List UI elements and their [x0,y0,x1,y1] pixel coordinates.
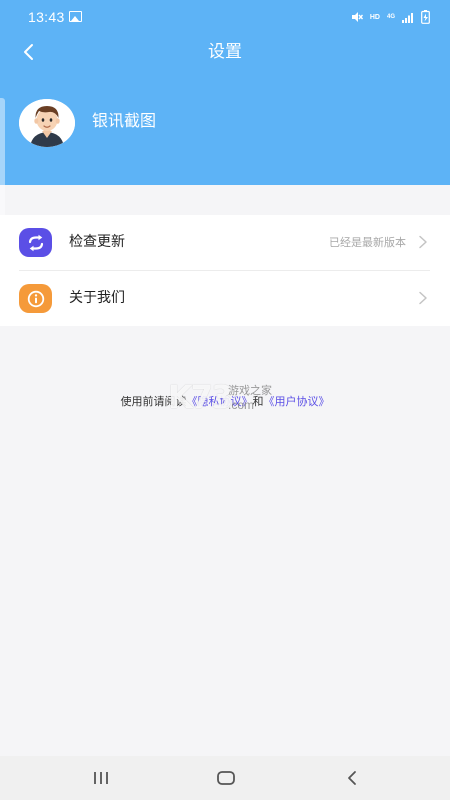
nav-back-button[interactable] [340,768,364,788]
page-title: 设置 [208,42,242,62]
status-bar: 13:43 HD 4G [0,0,450,34]
user-agreement-link[interactable]: 《用户协议》 [264,395,330,408]
mute-icon [351,12,363,22]
menu-item-label: 检查更新 [69,234,125,250]
recent-apps-button[interactable] [89,768,113,788]
home-icon [217,771,235,785]
info-icon [19,284,52,313]
chevron-right-icon [419,235,427,249]
home-button[interactable] [214,768,238,788]
gallery-notification-icon [69,11,82,22]
battery-icon [421,10,430,24]
status-time: 13:43 [28,9,65,25]
avatar[interactable] [19,99,75,147]
username: 银讯截图 [92,111,157,130]
settings-menu: 检查更新 已经是最新版本 关于我们 [0,215,450,326]
agreement-prefix: 使用前请阅读 [120,395,187,408]
menu-item-label: 关于我们 [69,290,125,306]
system-nav-bar [0,756,450,800]
status-icons: HD 4G [351,10,430,24]
menu-item-value: 已经是最新版本 [329,236,406,249]
back-icon [348,771,356,785]
hd-label: HD [369,13,380,21]
menu-item-check-update[interactable]: 检查更新 已经是最新版本 [0,215,450,270]
agreement-connector: 和 [252,395,264,408]
network-type-label: 4G [386,14,395,20]
menu-item-about-us[interactable]: 关于我们 [0,271,450,326]
user-avatar-icon [19,99,75,147]
agreement-notice: 使用前请阅读《隐私协议》和《用户协议》 [0,394,450,410]
refresh-icon [19,228,52,257]
privacy-policy-link[interactable]: 《隐私协议》 [187,395,253,408]
signal-icon [402,12,413,23]
chevron-right-icon [419,291,427,305]
recent-apps-icon [94,772,108,784]
